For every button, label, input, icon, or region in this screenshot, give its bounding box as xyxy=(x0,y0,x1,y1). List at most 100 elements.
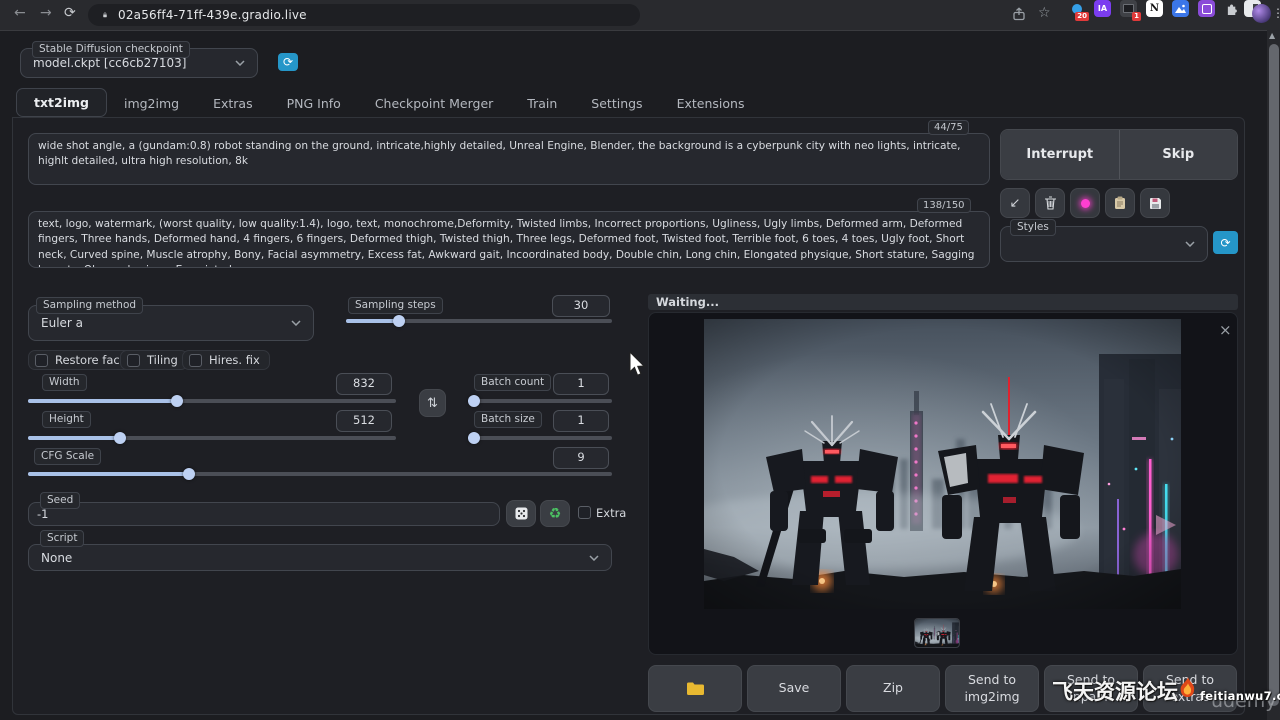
batch-size-slider[interactable] xyxy=(468,432,612,444)
seed-input[interactable]: -1 xyxy=(28,502,500,526)
arrow-down-left-icon: ↙ xyxy=(1010,196,1021,211)
back-icon[interactable]: ← xyxy=(14,5,26,21)
negative-prompt-counter: 138/150 xyxy=(917,198,971,213)
tab-extensions[interactable]: Extensions xyxy=(660,90,762,117)
gallery-thumbnail[interactable] xyxy=(915,619,959,647)
main-tabs: txt2img img2img Extras PNG Info Checkpoi… xyxy=(16,90,761,117)
site-watermark: 飞天资源论坛 xyxy=(1052,676,1178,706)
zip-button[interactable]: Zip xyxy=(846,665,940,712)
close-preview-icon[interactable]: × xyxy=(1219,321,1232,339)
random-seed-button[interactable] xyxy=(506,500,536,527)
height-label: Height xyxy=(42,411,91,428)
cfg-scale-slider[interactable] xyxy=(28,468,612,480)
page-scrollbar[interactable]: ▲ xyxy=(1267,30,1280,720)
clear-prompt-button[interactable] xyxy=(1035,188,1065,218)
tiling-checkbox[interactable]: Tiling xyxy=(120,350,188,370)
save-button[interactable]: Save xyxy=(747,665,841,712)
hires-fix-checkbox[interactable]: Hires. fix xyxy=(182,350,270,370)
width-slider[interactable] xyxy=(28,395,396,407)
width-input[interactable]: 832 xyxy=(336,373,392,395)
styles-refresh-button[interactable]: ⟳ xyxy=(1213,231,1238,254)
generated-image[interactable] xyxy=(704,319,1181,609)
seed-extra-label: Extra xyxy=(596,506,626,520)
flame-icon xyxy=(1176,676,1200,700)
chevron-down-icon xyxy=(291,320,301,326)
progress-status-bar: Waiting... xyxy=(648,294,1238,310)
extension-purple-icon[interactable] xyxy=(1198,0,1215,17)
dice-icon xyxy=(515,507,528,520)
address-bar[interactable]: 02a56ff4-71ff-439e.gradio.live xyxy=(88,4,640,26)
prompt-textarea[interactable]: wide shot angle, a (gundam:0.8) robot st… xyxy=(28,133,990,185)
capture-badge: 1 xyxy=(1132,12,1141,21)
sampling-steps-input[interactable]: 30 xyxy=(552,295,610,317)
checkpoint-refresh-button[interactable]: ⟳ xyxy=(278,53,298,71)
seed-label: Seed xyxy=(40,492,80,509)
browser-toolbar: ← → ⟳ 02a56ff4-71ff-439e.gradio.live ☆ 2… xyxy=(0,0,1280,31)
extensions-puzzle-icon[interactable] xyxy=(1224,0,1241,17)
extension-image-icon[interactable] xyxy=(1172,0,1189,17)
styles-label: Styles xyxy=(1010,219,1056,236)
recycle-icon: ♻ xyxy=(549,507,562,521)
script-value: None xyxy=(41,551,72,565)
save-style-button[interactable] xyxy=(1140,188,1170,218)
tab-img2img[interactable]: img2img xyxy=(107,90,196,117)
send-to-img2img-button[interactable]: Send to img2img xyxy=(945,665,1039,712)
width-label: Width xyxy=(42,374,87,391)
extension-pin-icon[interactable]: 20 xyxy=(1068,0,1085,17)
batch-count-label: Batch count xyxy=(474,374,551,391)
extension-notion-icon[interactable]: N xyxy=(1146,0,1163,17)
clipboard-icon xyxy=(1114,196,1126,210)
height-slider[interactable] xyxy=(28,432,396,444)
open-folder-button[interactable] xyxy=(648,665,742,712)
tab-extras[interactable]: Extras xyxy=(196,90,270,117)
stable-diffusion-webui-screen: ← → ⟳ 02a56ff4-71ff-439e.gradio.live ☆ 2… xyxy=(0,0,1280,720)
sampling-steps-label: Sampling steps xyxy=(348,297,443,314)
domain-watermark: feitianwu7.com xyxy=(1200,689,1280,703)
pin-badge: 20 xyxy=(1075,12,1089,21)
reload-icon[interactable]: ⟳ xyxy=(64,5,76,21)
chevron-down-icon xyxy=(589,555,599,561)
checkbox-icon[interactable] xyxy=(127,354,140,367)
skip-button[interactable]: Skip xyxy=(1120,130,1238,179)
browser-menu-icon[interactable]: ⋮ xyxy=(1272,6,1280,20)
height-input[interactable]: 512 xyxy=(336,410,392,432)
interrupt-button[interactable]: Interrupt xyxy=(1001,130,1119,179)
mouse-cursor xyxy=(626,352,648,376)
swap-dimensions-button[interactable]: ⇅ xyxy=(419,389,446,417)
cfg-scale-input[interactable]: 9 xyxy=(553,447,609,469)
profile-avatar[interactable] xyxy=(1252,4,1271,23)
scrollbar-up-icon[interactable]: ▲ xyxy=(1269,31,1275,40)
bookmark-star-icon[interactable]: ☆ xyxy=(1038,5,1051,21)
extra-networks-button[interactable] xyxy=(1070,188,1100,218)
tab-txt2img[interactable]: txt2img xyxy=(16,88,107,117)
tab-train[interactable]: Train xyxy=(510,90,574,117)
batch-size-input[interactable]: 1 xyxy=(553,410,609,432)
sampling-method-value: Euler a xyxy=(41,316,83,330)
reuse-seed-button[interactable]: ♻ xyxy=(540,500,570,527)
interrupt-skip-group: Interrupt Skip xyxy=(1000,129,1238,180)
scrollbar-thumb[interactable] xyxy=(1269,44,1279,706)
extension-ia-icon[interactable]: IA xyxy=(1094,0,1111,17)
sampling-steps-slider[interactable] xyxy=(346,315,612,327)
tab-settings[interactable]: Settings xyxy=(574,90,659,117)
batch-count-slider[interactable] xyxy=(468,395,612,407)
tab-checkpoint-merger[interactable]: Checkpoint Merger xyxy=(358,90,510,117)
checkbox-icon[interactable] xyxy=(189,354,202,367)
trash-icon xyxy=(1044,196,1057,210)
checkpoint-value: model.ckpt [cc6cb27103] xyxy=(33,56,186,70)
checkbox-icon[interactable] xyxy=(35,354,48,367)
tab-png-info[interactable]: PNG Info xyxy=(270,90,358,117)
apply-styles-button[interactable] xyxy=(1105,188,1135,218)
extension-capture-icon[interactable]: 1 xyxy=(1120,0,1137,17)
seed-extra-checkbox[interactable] xyxy=(578,506,591,519)
forward-icon[interactable]: → xyxy=(40,5,52,21)
negative-prompt-textarea[interactable]: text, logo, watermark, (worst quality, l… xyxy=(28,211,990,268)
folder-icon xyxy=(686,681,705,696)
script-dropdown[interactable]: None xyxy=(28,544,612,571)
batch-count-input[interactable]: 1 xyxy=(553,373,609,395)
palette-dot-icon xyxy=(1081,199,1090,208)
share-icon[interactable] xyxy=(1012,7,1026,21)
paste-params-button[interactable]: ↙ xyxy=(1000,188,1030,218)
batch-size-label: Batch size xyxy=(474,411,542,428)
prompt-counter: 44/75 xyxy=(928,120,969,135)
